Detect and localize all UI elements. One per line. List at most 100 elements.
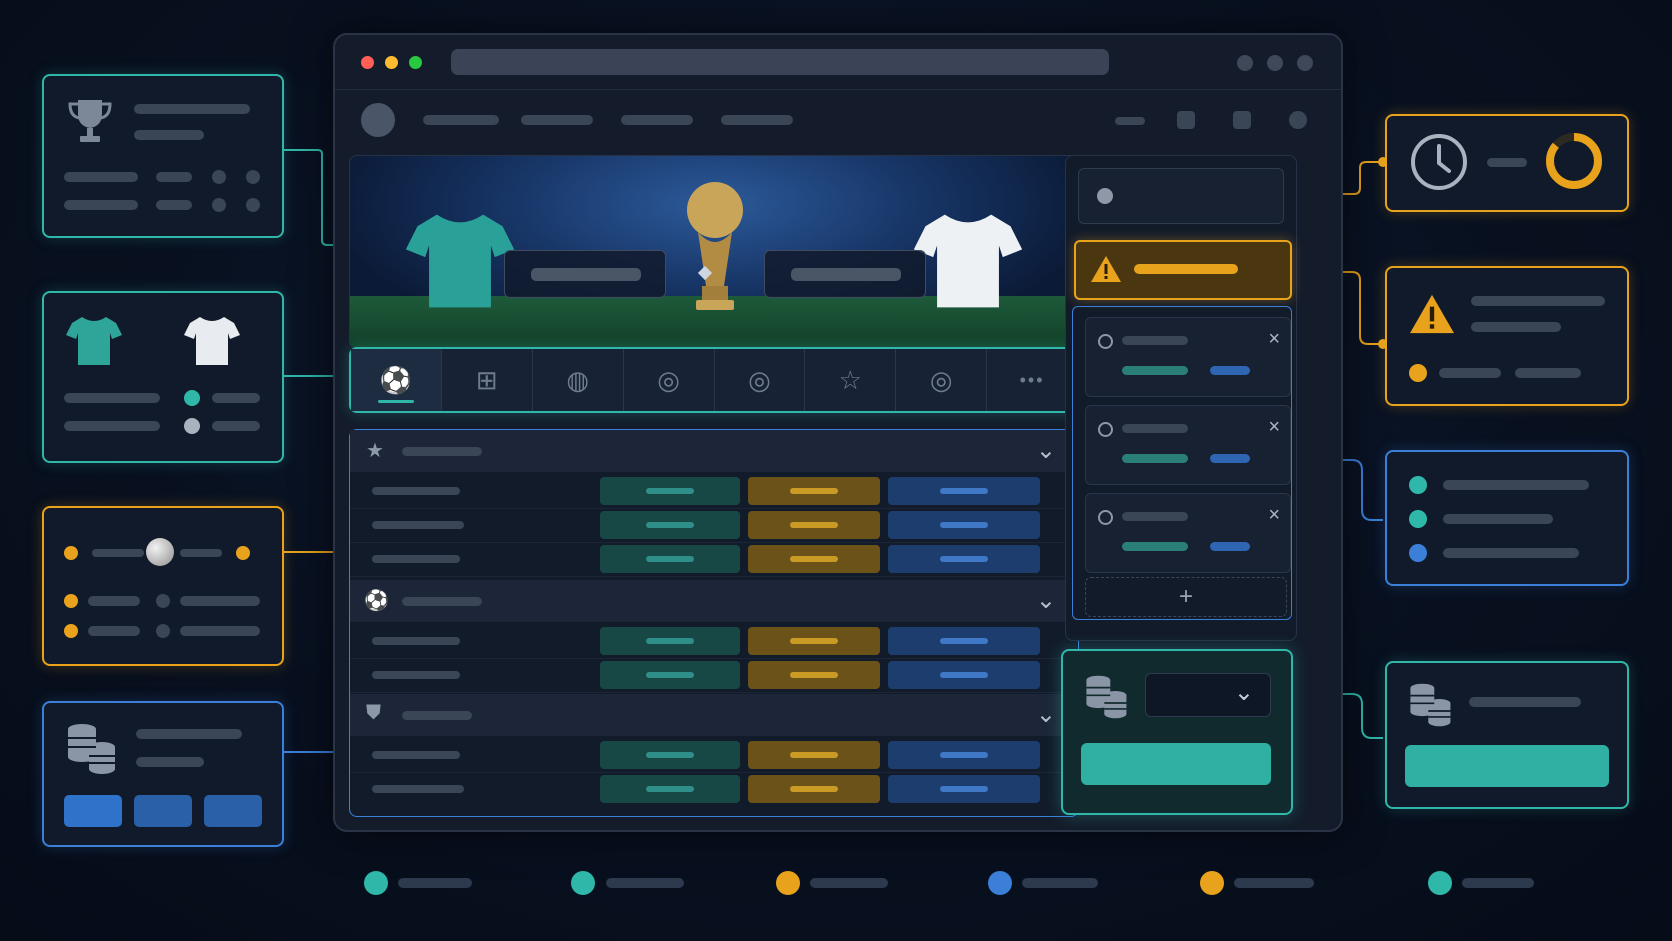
address-bar[interactable] — [451, 49, 1109, 75]
stake-summary-card[interactable] — [1385, 661, 1629, 809]
odds-draw-button[interactable] — [748, 511, 880, 539]
nav-item-1[interactable] — [423, 115, 499, 125]
wallet-card[interactable] — [42, 701, 284, 847]
trophy-icon — [68, 100, 112, 142]
browser-action-3[interactable] — [1297, 55, 1313, 71]
table-row[interactable] — [350, 624, 1078, 659]
odds-away-button[interactable] — [888, 661, 1040, 689]
odds-slider-card[interactable] — [42, 506, 284, 666]
coins-icon — [68, 724, 115, 774]
odds-home-button[interactable] — [600, 477, 740, 505]
browser-action-1[interactable] — [1237, 55, 1253, 71]
odds-draw-button[interactable] — [748, 775, 880, 803]
add-selection-button[interactable]: + — [1085, 577, 1287, 617]
tab-other-ball[interactable]: ◎ — [896, 349, 988, 411]
trophy-summary-card[interactable] — [42, 74, 284, 238]
bet-slip-item[interactable]: × — [1085, 493, 1291, 573]
tab-more[interactable]: ••• — [987, 349, 1077, 411]
basketball-icon: ◍ — [566, 364, 590, 395]
nav-item-5[interactable] — [1115, 117, 1145, 125]
bet-slip-item[interactable]: × — [1085, 405, 1291, 485]
table-row[interactable] — [350, 508, 1078, 543]
odds-home-button[interactable] — [600, 627, 740, 655]
chevron-down-icon[interactable]: ⌄ — [1036, 436, 1056, 465]
odds-home-button[interactable] — [600, 511, 740, 539]
tab-soccer[interactable]: ⚽ — [351, 349, 442, 411]
odds-away-button[interactable] — [888, 511, 1040, 539]
minimize-window-button[interactable] — [385, 56, 398, 69]
odds-away-button[interactable] — [888, 477, 1040, 505]
nav-icon-2[interactable] — [1233, 111, 1251, 129]
slider-handle[interactable] — [146, 538, 174, 566]
pitch-icon: ⊞ — [475, 364, 498, 395]
tab-favorites[interactable]: ☆ — [805, 349, 897, 411]
table-row[interactable] — [350, 474, 1078, 509]
tab-tennis[interactable]: ◎ — [624, 349, 715, 411]
star-icon: ★ — [366, 440, 384, 462]
odds-draw-button[interactable] — [748, 661, 880, 689]
odds-away-button[interactable] — [888, 741, 1040, 769]
tab-pitch[interactable]: ⊞ — [442, 349, 533, 411]
table-row[interactable] — [350, 542, 1078, 577]
chevron-down-icon[interactable]: ⌄ — [1036, 700, 1056, 729]
odds-draw-button[interactable] — [748, 545, 880, 573]
nav-icon-3[interactable] — [1289, 111, 1307, 129]
jersey-white-icon — [184, 317, 240, 365]
odds-draw-button[interactable] — [748, 627, 880, 655]
nav-icon-1[interactable] — [1177, 111, 1195, 129]
odds-draw-button[interactable] — [748, 477, 880, 505]
title-bar — [335, 35, 1341, 90]
odds-away-button[interactable] — [888, 775, 1040, 803]
stake-button-3[interactable] — [204, 795, 262, 827]
close-window-button[interactable] — [361, 56, 374, 69]
browser-window: ⚽ ⊞ ◍ ◎ ◎ ☆ ◎ ••• ★ ⌄ ⚽ ⌄ ⛊ ⌄ × × × + ⌄ — [333, 33, 1343, 832]
status-list-card[interactable] — [1385, 450, 1629, 586]
stake-button-1[interactable] — [64, 795, 122, 827]
table-row[interactable] — [350, 772, 1078, 806]
warning-banner[interactable] — [1074, 240, 1292, 300]
stake-button-2[interactable] — [134, 795, 192, 827]
away-team-box[interactable] — [764, 250, 926, 298]
shield-icon: ⛊ — [366, 702, 381, 724]
avatar[interactable] — [361, 103, 395, 137]
stake-dropdown[interactable]: ⌄ — [1145, 673, 1271, 717]
odds-home-button[interactable] — [600, 545, 740, 573]
jersey-white-icon — [913, 214, 1023, 308]
maximize-window-button[interactable] — [409, 56, 422, 69]
chevron-down-icon: ⌄ — [1233, 679, 1254, 706]
tab-basketball[interactable]: ◍ — [533, 349, 624, 411]
group-header-league[interactable]: ⛊ ⌄ — [350, 694, 1078, 736]
match-timer-card[interactable] — [1385, 114, 1629, 212]
nav-item-4[interactable] — [721, 115, 793, 125]
group-header-favorites[interactable]: ★ ⌄ — [350, 430, 1078, 472]
chevron-down-icon[interactable]: ⌄ — [1036, 586, 1056, 615]
close-icon[interactable]: × — [1268, 416, 1280, 439]
odds-home-button[interactable] — [600, 661, 740, 689]
warning-icon — [1091, 256, 1121, 282]
table-row[interactable] — [350, 658, 1078, 693]
table-row[interactable] — [350, 738, 1078, 773]
coins-icon — [1410, 683, 1451, 727]
warning-card[interactable] — [1385, 266, 1629, 406]
search-input[interactable] — [1078, 168, 1284, 224]
home-team-box[interactable] — [504, 250, 666, 298]
tennis-ball-icon: ◎ — [657, 364, 680, 395]
odds-draw-button[interactable] — [748, 741, 880, 769]
odds-away-button[interactable] — [888, 545, 1040, 573]
bet-slip-item[interactable]: × — [1085, 317, 1291, 397]
place-bet-button[interactable] — [1081, 743, 1271, 785]
nav-item-2[interactable] — [521, 115, 593, 125]
odds-home-button[interactable] — [600, 741, 740, 769]
tab-volleyball[interactable]: ◎ — [715, 349, 806, 411]
star-icon: ☆ — [838, 364, 862, 395]
odds-away-button[interactable] — [888, 627, 1040, 655]
odds-home-button[interactable] — [600, 775, 740, 803]
search-icon — [1097, 188, 1113, 204]
close-icon[interactable]: × — [1268, 328, 1280, 351]
close-icon[interactable]: × — [1268, 504, 1280, 527]
group-header-soccer[interactable]: ⚽ ⌄ — [350, 580, 1078, 622]
browser-action-2[interactable] — [1267, 55, 1283, 71]
team-colors-card[interactable] — [42, 291, 284, 463]
nav-item-3[interactable] — [621, 115, 693, 125]
confirm-bet-button[interactable] — [1405, 745, 1609, 787]
